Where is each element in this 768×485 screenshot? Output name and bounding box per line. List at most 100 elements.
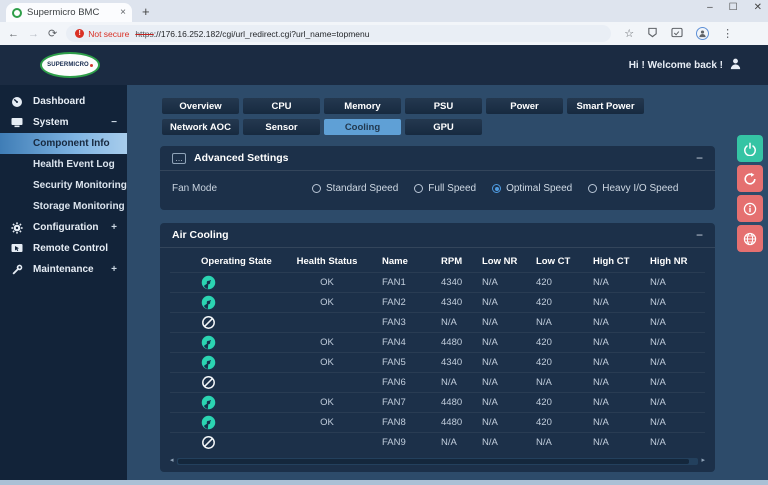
- air-cooling-panel: Air Cooling − Operating State Health Sta…: [160, 223, 715, 472]
- advanced-settings-icon: …: [172, 153, 186, 164]
- fan-mode-option[interactable]: Standard Speed: [312, 183, 398, 194]
- radio-button[interactable]: [312, 184, 321, 193]
- fan-state-icon: [201, 435, 216, 450]
- low-ct-cell: 420: [536, 337, 593, 348]
- browser-tab-strip: Supermicro BMC × + – ☐ ✕: [0, 0, 768, 22]
- fan-mode-option[interactable]: Full Speed: [414, 183, 476, 194]
- scrollbar-thumb[interactable]: [178, 459, 690, 464]
- high-ct-cell: N/A: [593, 437, 650, 448]
- expand-indicator[interactable]: +: [111, 222, 117, 233]
- column-header: Health Status: [282, 256, 372, 267]
- sidebar-item-maintenance[interactable]: Maintenance +: [0, 259, 127, 280]
- rpm-cell: N/A: [434, 377, 482, 388]
- side-panel-icon[interactable]: [671, 27, 683, 41]
- component-tab[interactable]: PSU: [405, 98, 482, 114]
- fan-table: Operating State Health Status Name RPM L…: [170, 250, 705, 453]
- high-nr-cell: N/A: [650, 397, 705, 408]
- fan-state-icon: [201, 395, 216, 410]
- refresh-button[interactable]: [737, 165, 763, 192]
- fan-name-cell: FAN6: [372, 377, 434, 388]
- back-icon[interactable]: ←: [8, 28, 19, 40]
- sidebar-item-component-info[interactable]: Component Info: [0, 133, 127, 154]
- tab-close-icon[interactable]: ×: [120, 7, 126, 18]
- window-close-button[interactable]: ✕: [754, 2, 762, 13]
- sidebar-item-configuration[interactable]: Configuration +: [0, 217, 127, 238]
- window-minimize-button[interactable]: –: [707, 2, 713, 13]
- component-tab[interactable]: CPU: [243, 98, 320, 114]
- quick-action-buttons: [737, 135, 763, 252]
- scroll-left-arrow[interactable]: ◂: [170, 457, 174, 465]
- low-ct-cell: 420: [536, 397, 593, 408]
- collapse-panel-button[interactable]: −: [696, 228, 703, 242]
- component-tab[interactable]: Overview: [162, 98, 239, 114]
- radio-button[interactable]: [492, 184, 501, 193]
- user-icon[interactable]: [729, 57, 742, 73]
- health-status-cell: OK: [282, 337, 372, 348]
- power-control-button[interactable]: [737, 135, 763, 162]
- browser-tab[interactable]: Supermicro BMC ×: [6, 3, 132, 22]
- table-row: OK FAN8 4480 N/A 420 N/A N/A: [170, 412, 705, 432]
- profile-avatar[interactable]: [696, 27, 709, 40]
- fan-mode-option[interactable]: Optimal Speed: [492, 183, 572, 194]
- component-tab[interactable]: Power: [486, 98, 563, 114]
- sidebar-item-remote-control[interactable]: Remote Control: [0, 238, 127, 259]
- radio-button[interactable]: [588, 184, 597, 193]
- high-nr-cell: N/A: [650, 357, 705, 368]
- component-tab[interactable]: GPU: [405, 119, 482, 135]
- health-status-cell: OK: [282, 357, 372, 368]
- main-content: Overview CPU Memory PSU Power Smart Powe…: [127, 85, 768, 480]
- extensions-icon[interactable]: [647, 27, 658, 41]
- horizontal-scrollbar[interactable]: ◂ ▸: [170, 457, 705, 465]
- address-bar[interactable]: ! Not secure https://176.16.252.182/cgi/…: [66, 25, 611, 42]
- forward-icon[interactable]: →: [28, 28, 39, 40]
- collapse-panel-button[interactable]: −: [696, 151, 703, 165]
- low-nr-cell: N/A: [482, 337, 536, 348]
- browser-window: Supermicro BMC × + – ☐ ✕ ← → ⟳ ! Not sec…: [0, 0, 768, 485]
- rpm-cell: 4480: [434, 337, 482, 348]
- high-nr-cell: N/A: [650, 277, 705, 288]
- fan-state-icon: [201, 275, 216, 290]
- sidebar-item-security-monitoring[interactable]: Security Monitoring: [0, 175, 127, 196]
- rpm-cell: 4340: [434, 357, 482, 368]
- low-ct-cell: 420: [536, 357, 593, 368]
- scroll-right-arrow[interactable]: ▸: [701, 457, 705, 465]
- fan-name-cell: FAN3: [372, 317, 434, 328]
- component-tab[interactable]: Memory: [324, 98, 401, 114]
- window-maximize-button[interactable]: ☐: [729, 2, 738, 13]
- fan-mode-option[interactable]: Heavy I/O Speed: [588, 183, 678, 194]
- sidebar-item-health-event-log[interactable]: Health Event Log: [0, 154, 127, 175]
- new-tab-button[interactable]: +: [142, 4, 150, 19]
- expand-indicator[interactable]: +: [111, 264, 117, 275]
- browser-toolbar: ← → ⟳ ! Not secure https://176.16.252.18…: [0, 22, 768, 45]
- remote-screen-icon: [10, 243, 23, 254]
- bmc-header: SUPERMICRO Hi ! Welcome back !: [0, 45, 768, 85]
- component-tab[interactable]: Sensor: [243, 119, 320, 135]
- fan-table-header: Operating State Health Status Name RPM L…: [170, 250, 705, 272]
- not-secure-badge[interactable]: ! Not secure: [75, 29, 129, 39]
- component-tab[interactable]: Cooling: [324, 119, 401, 135]
- low-nr-cell: N/A: [482, 277, 536, 288]
- component-tab[interactable]: Smart Power: [567, 98, 644, 114]
- column-header: Operating State: [170, 256, 282, 267]
- page-bottom-strip: [0, 480, 768, 485]
- sidebar-item-storage-monitoring[interactable]: Storage Monitoring: [0, 196, 127, 217]
- browser-tab-title: Supermicro BMC: [27, 7, 115, 18]
- reload-icon[interactable]: ⟳: [48, 27, 57, 40]
- browser-menu-icon[interactable]: ⋮: [722, 27, 733, 40]
- radio-button[interactable]: [414, 184, 423, 193]
- high-ct-cell: N/A: [593, 337, 650, 348]
- language-globe-button[interactable]: [737, 225, 763, 252]
- high-ct-cell: N/A: [593, 317, 650, 328]
- high-ct-cell: N/A: [593, 397, 650, 408]
- low-ct-cell: N/A: [536, 317, 593, 328]
- info-button[interactable]: [737, 195, 763, 222]
- bookmark-star-icon[interactable]: ☆: [624, 27, 634, 40]
- sidebar-item-system[interactable]: System −: [0, 112, 127, 133]
- logo-red-dot: [90, 64, 93, 67]
- component-tab[interactable]: Network AOC: [162, 119, 239, 135]
- component-tabs-row2: Network AOC Sensor Cooling GPU: [162, 119, 768, 135]
- collapse-indicator[interactable]: −: [111, 117, 117, 128]
- rpm-cell: 4480: [434, 417, 482, 428]
- sidebar-item-dashboard[interactable]: Dashboard: [0, 91, 127, 112]
- fan-name-cell: FAN1: [372, 277, 434, 288]
